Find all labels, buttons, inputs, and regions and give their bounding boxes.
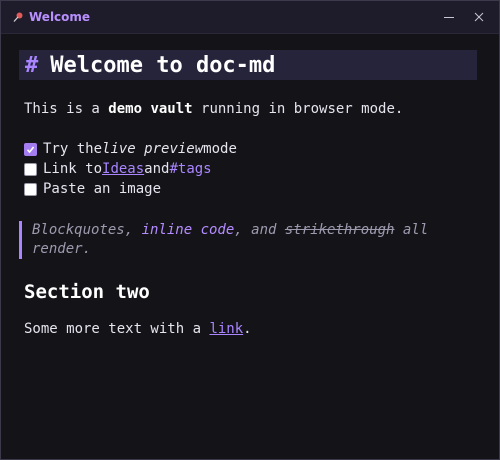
task-text-mid: and (144, 161, 170, 177)
task-emphasis: live preview (102, 141, 204, 157)
intro-text: This is a (24, 101, 109, 117)
task-item: Try the ​live preview mode (24, 139, 483, 159)
ideas-link[interactable]: Ideas (102, 161, 144, 177)
task-text: Try the (43, 141, 103, 157)
minimize-icon (444, 17, 454, 18)
minimize-button[interactable] (435, 5, 463, 29)
task-checkbox-checked[interactable] (24, 142, 37, 156)
text-link[interactable]: link (209, 321, 243, 337)
check-icon (26, 146, 35, 153)
final-paragraph: Some more text with a link. (24, 320, 483, 338)
blockquote: Blockquotes, inline code, and strikethro… (19, 221, 472, 259)
tags-tag[interactable]: #tags (169, 161, 211, 177)
task-text: Paste an image (43, 181, 162, 197)
document-content[interactable]: # Welcome to doc-md This is a demo vault… (1, 34, 499, 338)
task-text-end: mode (203, 141, 237, 157)
strikethrough-text: strikethrough (284, 222, 395, 238)
final-text-end: . (243, 321, 252, 337)
intro-paragraph: This is a demo vault running in browser … (24, 100, 483, 118)
heading-2: Section two (24, 281, 150, 303)
heading-marker: # (25, 52, 39, 78)
heading-1: # Welcome to doc-md (19, 50, 477, 80)
task-checkbox[interactable] (24, 162, 37, 176)
close-button[interactable] (465, 5, 493, 29)
task-item: Paste an image (24, 179, 483, 199)
close-icon (474, 12, 484, 22)
final-text: Some more text with a (24, 321, 210, 337)
intro-text-end: running in browser mode. (192, 101, 404, 117)
task-checkbox[interactable] (24, 182, 37, 196)
quote-text: Blockquotes, (32, 222, 142, 238)
window-title: Welcome (29, 10, 91, 24)
inline-code: inline code (141, 222, 235, 238)
heading-1-text: Welcome to doc-md (50, 52, 276, 78)
editor-window: Welcome # Welcome to doc-md This is a de… (0, 0, 500, 460)
title-bar: Welcome (1, 1, 499, 34)
task-text: Link to (43, 161, 103, 177)
task-list: Try the ​live preview mode Link to Ideas… (24, 139, 483, 199)
task-item: Link to Ideas and #tags (24, 159, 483, 179)
pin-icon[interactable] (11, 10, 25, 24)
quote-text: , and (234, 222, 285, 238)
intro-bold: demo vault (108, 101, 193, 117)
